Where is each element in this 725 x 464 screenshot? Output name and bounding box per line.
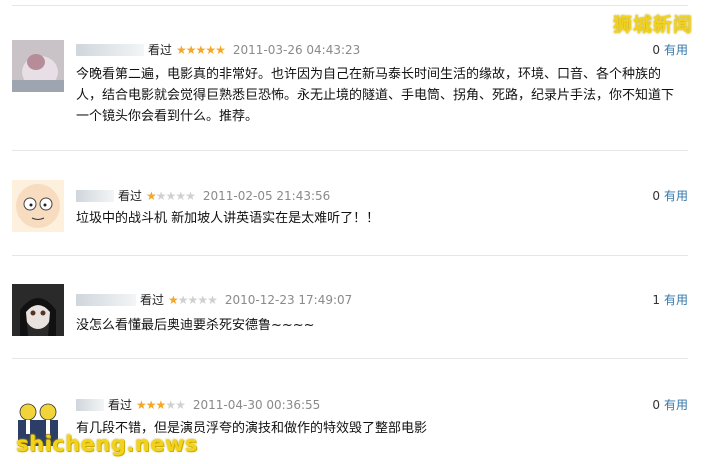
watermark-logo-top: 狮城新闻	[613, 14, 694, 36]
rating-label: 看过	[108, 398, 133, 412]
comment-meta: 看过 ★ ★ ★ ★ ★ 2011-04-30 00:36:55	[76, 396, 320, 413]
comment-divider	[12, 255, 688, 256]
useful-count: 0	[652, 189, 660, 203]
rating-label: 看过	[118, 189, 143, 203]
username-masked[interactable]	[76, 293, 136, 306]
useful-vote: 1 有用	[652, 291, 688, 308]
comment-date: 2011-04-30 00:36:55	[192, 397, 321, 412]
comment-meta: 看过 ★ ★ ★ ★ ★ 2011-03-26 04:43:23	[76, 41, 360, 58]
rating-label: 看过	[148, 43, 173, 57]
avatar[interactable]	[12, 180, 64, 232]
avatar[interactable]	[12, 284, 64, 336]
comment-text: 垃圾中的战斗机 新加坡人讲英语实在是太难听了！！	[76, 211, 380, 226]
star-empty-icon: ★	[185, 188, 196, 203]
star-filled-icon: ★	[136, 397, 147, 412]
rating-label: 看过	[140, 293, 165, 307]
useful-link[interactable]: 有用	[664, 189, 688, 203]
useful-link[interactable]: 有用	[664, 43, 688, 57]
comment-date: 2011-03-26 04:43:23	[232, 42, 361, 57]
useful-link[interactable]: 有用	[664, 293, 688, 307]
star-filled-icon: ★	[146, 188, 157, 203]
star-filled-icon: ★	[195, 42, 207, 57]
star-rating: ★ ★ ★ ★ ★	[176, 42, 226, 57]
star-empty-icon: ★	[207, 292, 218, 307]
useful-count: 0	[652, 398, 660, 412]
username-masked[interactable]	[76, 43, 144, 56]
watermark-logo-bottom: shicheng.news	[16, 432, 198, 456]
star-filled-icon: ★	[145, 397, 157, 412]
star-empty-icon: ★	[177, 292, 189, 307]
useful-vote: 0 有用	[652, 396, 688, 413]
star-rating: ★ ★ ★ ★ ★	[136, 397, 186, 412]
comment-text: 没怎么看懂最后奥迪要杀死安德鲁~~~~	[76, 318, 315, 333]
star-filled-icon: ★	[215, 42, 226, 57]
star-empty-icon: ★	[175, 188, 186, 203]
useful-count: 0	[652, 43, 660, 57]
star-filled-icon: ★	[205, 42, 216, 57]
star-empty-icon: ★	[197, 292, 208, 307]
star-empty-icon: ★	[165, 188, 177, 203]
star-filled-icon: ★	[155, 397, 167, 412]
star-empty-icon: ★	[175, 397, 186, 412]
star-empty-icon: ★	[187, 292, 199, 307]
star-filled-icon: ★	[168, 292, 179, 307]
useful-link[interactable]: 有用	[664, 398, 688, 412]
comment-date: 2011-02-05 21:43:56	[202, 188, 331, 203]
comment-divider	[12, 150, 688, 151]
username-masked[interactable]	[76, 189, 114, 202]
username-masked[interactable]	[76, 398, 104, 411]
star-filled-icon: ★	[176, 42, 187, 57]
useful-vote: 0 有用	[652, 187, 688, 204]
useful-count: 1	[652, 293, 660, 307]
avatar[interactable]	[12, 40, 64, 92]
star-rating: ★ ★ ★ ★ ★	[146, 188, 196, 203]
comment-divider	[12, 358, 688, 359]
useful-vote: 0 有用	[652, 41, 688, 58]
star-rating: ★ ★ ★ ★ ★	[168, 292, 218, 307]
comment-meta: 看过 ★ ★ ★ ★ ★ 2010-12-23 17:49:07	[76, 291, 352, 308]
star-empty-icon: ★	[155, 188, 167, 203]
comment-text: 今晚看第二遍，电影真的非常好。也许因为自己在新马泰长时间生活的缘故，环境、口音、…	[76, 67, 675, 124]
star-filled-icon: ★	[185, 42, 197, 57]
comment-date: 2010-12-23 17:49:07	[224, 292, 353, 307]
star-empty-icon: ★	[165, 397, 176, 412]
comment-meta: 看过 ★ ★ ★ ★ ★ 2011-02-05 21:43:56	[76, 187, 330, 204]
top-divider	[12, 5, 688, 6]
